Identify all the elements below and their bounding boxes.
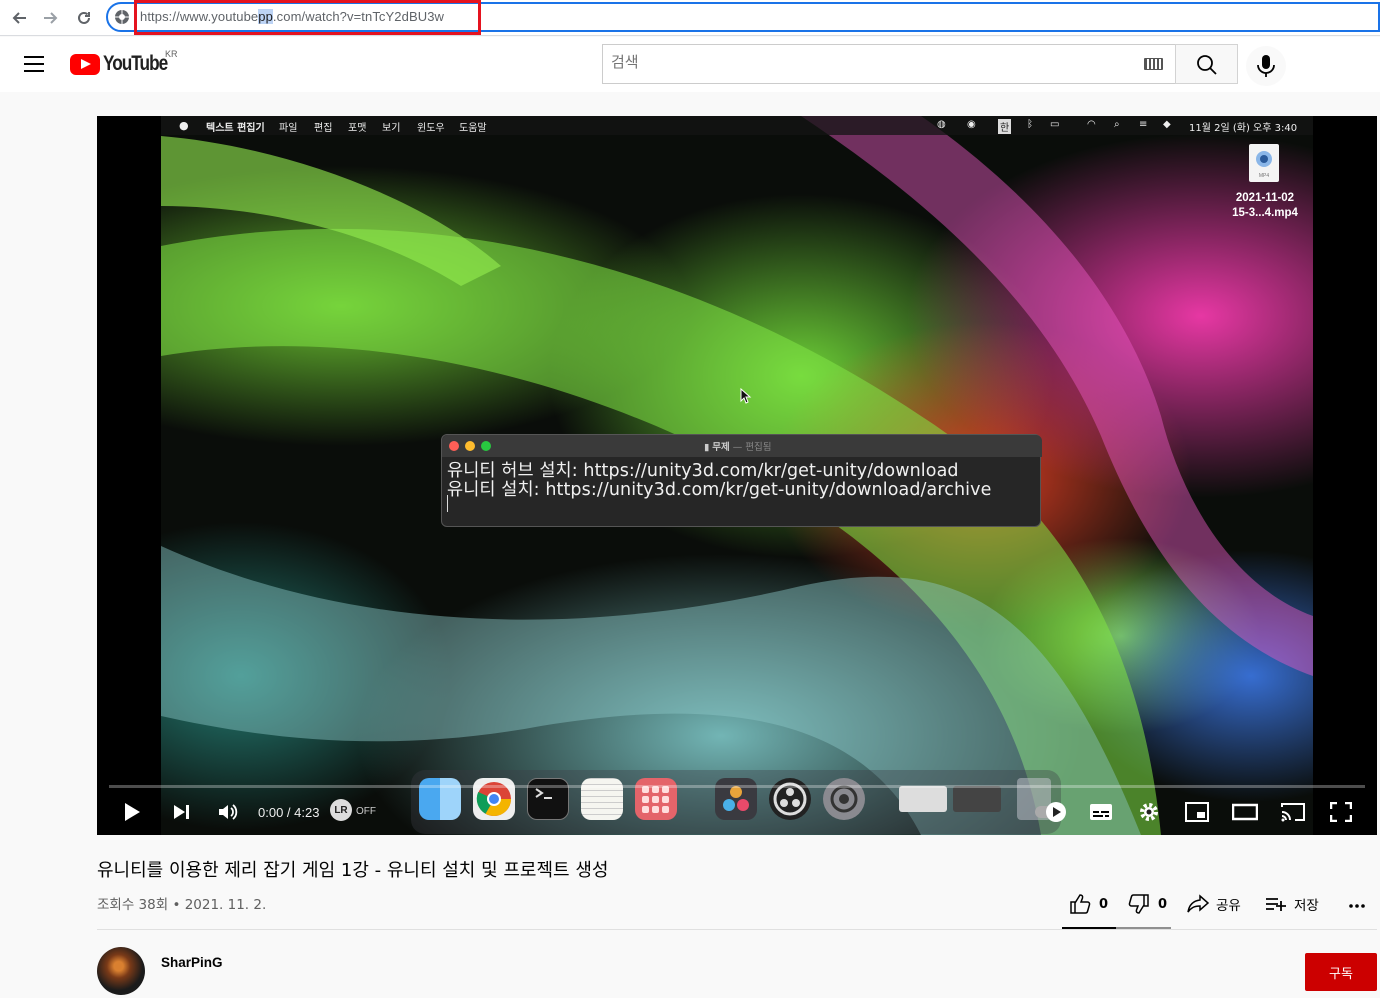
volume-icon <box>219 804 238 820</box>
editor-text-line: 유니티 설치: https://unity3d.com/kr/get-unity… <box>447 480 992 500</box>
like-count: 0 <box>1099 896 1109 912</box>
miniplayer-button[interactable] <box>1182 800 1212 824</box>
gear-icon <box>1140 803 1158 821</box>
siri-icon: ◆ <box>1163 119 1171 130</box>
mouse-cursor-icon <box>740 388 752 404</box>
file-label-line: 2021-11-02 <box>1235 192 1295 204</box>
more-horizontal-icon <box>1349 904 1365 908</box>
time-display: 0:00 / 4:23 <box>258 805 320 820</box>
subtitles-button[interactable] <box>1086 800 1116 824</box>
channel-avatar[interactable] <box>97 947 145 995</box>
theater-mode-button[interactable] <box>1230 800 1260 824</box>
minimize-dot-icon <box>465 441 475 451</box>
keyboard-icon[interactable] <box>1144 58 1163 70</box>
textedit-titlebar: ▮ 무제 — 편집됨 <box>442 435 1042 457</box>
zoom-dot-icon <box>481 441 491 451</box>
more-actions-button[interactable] <box>1347 893 1367 915</box>
subtitles-icon <box>1090 804 1112 820</box>
region-code: KR <box>165 49 178 59</box>
battery-icon: ▭ <box>1050 119 1060 130</box>
share-button[interactable]: 공유 <box>1186 893 1241 915</box>
apple-icon: ● <box>179 119 189 132</box>
hamburger-menu-icon[interactable] <box>24 56 44 72</box>
theater-mode-icon <box>1232 803 1258 821</box>
forward-arrow-icon[interactable] <box>38 6 64 30</box>
thumbs-down-icon <box>1128 894 1149 914</box>
reload-icon[interactable] <box>71 6 97 30</box>
site-info-icon[interactable] <box>114 9 130 25</box>
menubar-item: 도움말 <box>459 123 487 134</box>
share-label: 공유 <box>1216 898 1241 914</box>
logo-wordmark: YouTube <box>103 52 168 75</box>
menubar-clock: 11월 2일 (화) 오후 3:40 <box>1189 123 1298 134</box>
file-type-badge: MP4 <box>1259 173 1270 179</box>
autoplay-knob <box>1046 802 1066 822</box>
share-icon <box>1187 894 1210 913</box>
channel-name[interactable]: SharPinG <box>161 955 223 970</box>
microphone-icon <box>1257 55 1275 77</box>
skip-next-icon <box>174 805 189 819</box>
search-box[interactable] <box>602 44 1175 84</box>
mac-menu-bar: ● 텍스트 편집기 파일 편집 포맷 보기 윈도우 도움말 ◍ ◉ 한 ᛒ ▭ … <box>161 116 1313 135</box>
settings-button[interactable] <box>1134 800 1164 824</box>
mp4-file-icon: MP4 <box>1249 144 1279 182</box>
menubar-item: 윈도우 <box>417 123 445 134</box>
textedit-window: ▮ 무제 — 편집됨 유니티 허브 설치: https://unity3d.co… <box>441 434 1042 527</box>
control-center-icon: ≡ <box>1139 119 1148 130</box>
search-button[interactable] <box>1175 44 1238 84</box>
section-divider <box>97 929 1377 930</box>
back-arrow-icon[interactable] <box>6 6 32 30</box>
menubar-item: 편집 <box>314 123 333 134</box>
fullscreen-icon <box>1330 802 1352 822</box>
text-caret <box>447 495 448 512</box>
player-controls: 0:00 / 4:23 LR OFF <box>97 792 1377 835</box>
cast-button[interactable] <box>1278 800 1308 824</box>
status-app-icon: ◉ <box>967 119 976 130</box>
url-highlight-box <box>134 0 481 35</box>
menubar-item: 파일 <box>279 123 298 134</box>
dislike-button[interactable]: 0 <box>1128 893 1167 915</box>
autoplay-play-icon <box>1053 807 1061 817</box>
save-label: 저장 <box>1294 898 1319 914</box>
file-label-line: 15-3...4.mp4 <box>1232 207 1298 219</box>
save-button[interactable]: 저장 <box>1265 893 1319 915</box>
close-dot-icon <box>449 441 459 451</box>
lr-extension-badge[interactable]: LR <box>330 799 352 821</box>
bluetooth-icon: ᛒ <box>1027 119 1033 130</box>
input-source-indicator: 한 <box>998 119 1012 134</box>
menubar-app-name: 텍스트 편집기 <box>206 123 265 134</box>
search-input[interactable] <box>611 54 1131 71</box>
cast-icon <box>1281 803 1305 822</box>
menubar-item: 포맷 <box>348 123 367 134</box>
volume-button[interactable] <box>213 800 243 824</box>
menubar-item: 보기 <box>382 123 401 134</box>
lr-extension-state: OFF <box>356 806 376 817</box>
video-player[interactable]: ● 텍스트 편집기 파일 편집 포맷 보기 윈도우 도움말 ◍ ◉ 한 ᛒ ▭ … <box>97 116 1377 835</box>
video-title: 유니티를 이용한 제리 잡기 게임 1강 - 유니티 설치 및 프로젝트 생성 <box>97 860 609 881</box>
next-video-button[interactable] <box>166 800 196 824</box>
playlist-add-icon <box>1266 898 1286 911</box>
video-frame-desktop: ● 텍스트 편집기 파일 편집 포맷 보기 윈도우 도움말 ◍ ◉ 한 ᛒ ▭ … <box>161 116 1313 835</box>
spotlight-icon: ⌕ <box>1114 119 1120 130</box>
wifi-icon: ◠ <box>1087 119 1096 130</box>
thumbs-up-icon <box>1070 894 1091 914</box>
browser-toolbar: https://www.youtubepp.com/watch?v=tnTcY2… <box>0 0 1380 36</box>
miniplayer-icon <box>1185 802 1209 822</box>
voice-search-button[interactable] <box>1246 46 1286 86</box>
video-meta: 조회수 38회 • 2021. 11. 2. <box>97 897 267 913</box>
fullscreen-button[interactable] <box>1326 800 1356 824</box>
youtube-header: YouTube KR <box>0 37 1380 92</box>
play-icon <box>125 803 140 821</box>
textedit-title: ▮ 무제 — 편집됨 <box>704 442 772 453</box>
progress-bar[interactable] <box>109 785 1365 788</box>
search-icon <box>1197 55 1217 75</box>
like-button[interactable]: 0 <box>1069 893 1108 915</box>
dislike-count: 0 <box>1158 896 1168 912</box>
play-button[interactable] <box>117 800 147 824</box>
status-app-icon: ◍ <box>937 119 946 130</box>
desktop-file-label: 2021-11-02 15-3...4.mp4 <box>1211 191 1313 221</box>
youtube-play-logo-icon <box>70 53 100 75</box>
subscribe-button[interactable]: 구독 <box>1305 953 1377 991</box>
